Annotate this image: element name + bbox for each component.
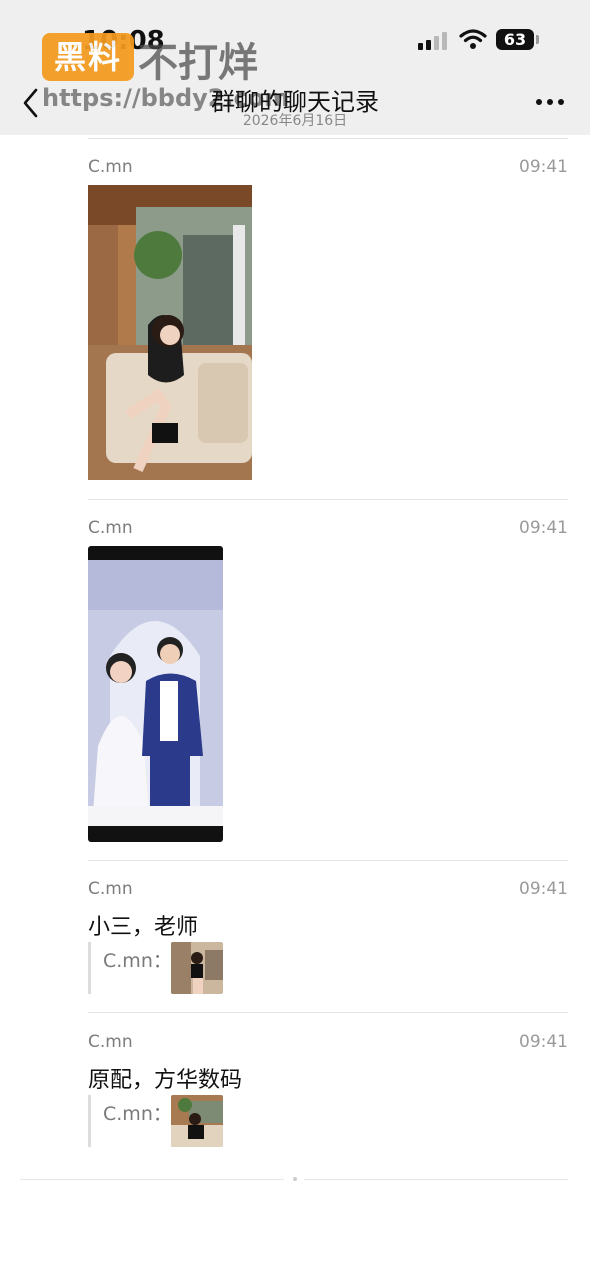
- woman-sofa-thumbnail[interactable]: [171, 1095, 223, 1147]
- wifi-icon: [459, 29, 487, 49]
- footer-divider: [304, 1179, 568, 1180]
- message-sender: C.mn: [88, 1032, 133, 1052]
- woman-sitting-thumbnail[interactable]: [171, 942, 223, 994]
- message-sender: C.mn: [88, 879, 133, 899]
- message-time: 09:41: [519, 1032, 568, 1052]
- message-time: 09:41: [519, 879, 568, 899]
- footer-dot: [293, 1177, 297, 1181]
- quote-sender: C.mn：: [103, 950, 172, 972]
- quoted-message[interactable]: C.mn：: [88, 1095, 291, 1147]
- divider: [88, 499, 568, 500]
- message-time: 09:41: [519, 157, 568, 177]
- watermark-text: 不打烊: [138, 40, 258, 86]
- message-text: 小三，老师: [88, 915, 199, 940]
- woman-sitting-on-sofa-photo[interactable]: [88, 185, 252, 480]
- quoted-message[interactable]: C.mn：: [88, 942, 291, 994]
- cellular-signal-icon: [418, 32, 450, 50]
- battery-indicator: 63: [496, 29, 534, 50]
- divider: [88, 138, 568, 139]
- chat-message: C.mn 09:41 小三，老师 C.mn：: [88, 879, 568, 999]
- chat-message: C.mn 09:41: [88, 518, 568, 848]
- message-sender: C.mn: [88, 518, 133, 538]
- message-sender: C.mn: [88, 157, 133, 177]
- quote-sender: C.mn：: [103, 1103, 172, 1125]
- wedding-couple-screenshot[interactable]: [88, 546, 223, 842]
- message-text: 原配，方华数码: [88, 1068, 243, 1093]
- battery-tip-icon: [536, 35, 539, 44]
- message-time: 09:41: [519, 518, 568, 538]
- header: 10:08 63 黑料 不打烊 https://bbdy2.com 群聊的聊天记…: [0, 0, 590, 135]
- more-options-icon[interactable]: [536, 99, 566, 107]
- divider: [88, 1012, 568, 1013]
- chat-message: C.mn 09:41: [88, 157, 568, 487]
- footer-divider: [20, 1179, 284, 1180]
- chat-message: C.mn 09:41 原配，方华数码 C.mn：: [88, 1032, 568, 1152]
- divider: [88, 860, 568, 861]
- page-subtitle-date: 2026年6月16日: [242, 113, 348, 129]
- watermark-badge: 黑料: [42, 33, 134, 81]
